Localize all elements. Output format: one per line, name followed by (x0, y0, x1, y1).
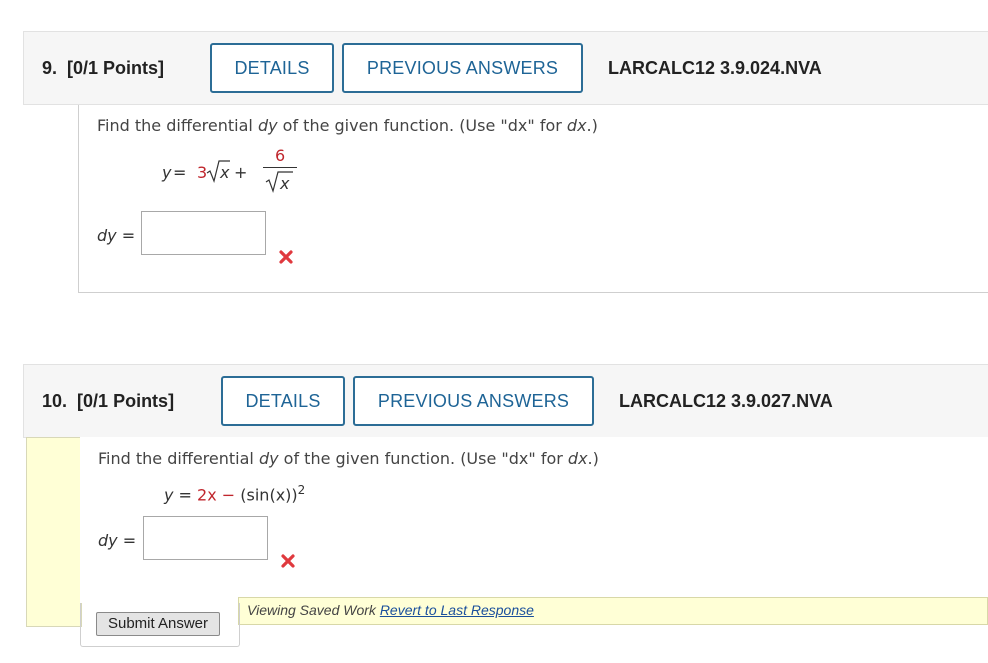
q9-header: 9. [0/1 Points] DETAILS PREVIOUS ANSWERS… (23, 31, 988, 105)
q10-header: 10. [0/1 Points] DETAILS PREVIOUS ANSWER… (23, 364, 988, 438)
q9-prompt: Find the differential dy of the given fu… (97, 116, 598, 135)
q9-number: 9. [0/1 Points] (42, 58, 165, 78)
q9-previous-answers-button[interactable]: PREVIOUS ANSWERS (342, 43, 583, 93)
q10-details-button[interactable]: DETAILS (221, 376, 345, 426)
q9-details-button[interactable]: DETAILS (210, 43, 334, 93)
q10-number: 10. [0/1 Points] (42, 391, 175, 411)
q9-problem-code: LARCALC12 3.9.024.NVA (608, 58, 822, 78)
revert-to-last-response-link[interactable]: Revert to Last Response (380, 602, 534, 618)
q10-side-panel (26, 437, 82, 627)
q9-equation: y = 3 x + 6 x (162, 146, 302, 198)
incorrect-x-icon (281, 554, 295, 568)
q10-equation: y = 2x − (sin(x))2 (164, 483, 306, 505)
q10-answer-input[interactable] (143, 516, 268, 560)
submit-answer-button[interactable]: Submit Answer (96, 612, 220, 636)
q10-problem-code: LARCALC12 3.9.027.NVA (619, 391, 833, 411)
q10-previous-answers-button[interactable]: PREVIOUS ANSWERS (353, 376, 594, 426)
q9-answer-label: dy = (97, 226, 136, 245)
viewing-saved-work-notice: Viewing Saved Work Revert to Last Respon… (238, 597, 988, 625)
q10-prompt: Find the differential dy of the given fu… (98, 449, 599, 468)
q10-answer-label: dy = (98, 531, 137, 550)
q9-answer-input[interactable] (141, 211, 266, 255)
incorrect-x-icon (279, 250, 293, 264)
q9-fraction-bar (263, 167, 297, 168)
